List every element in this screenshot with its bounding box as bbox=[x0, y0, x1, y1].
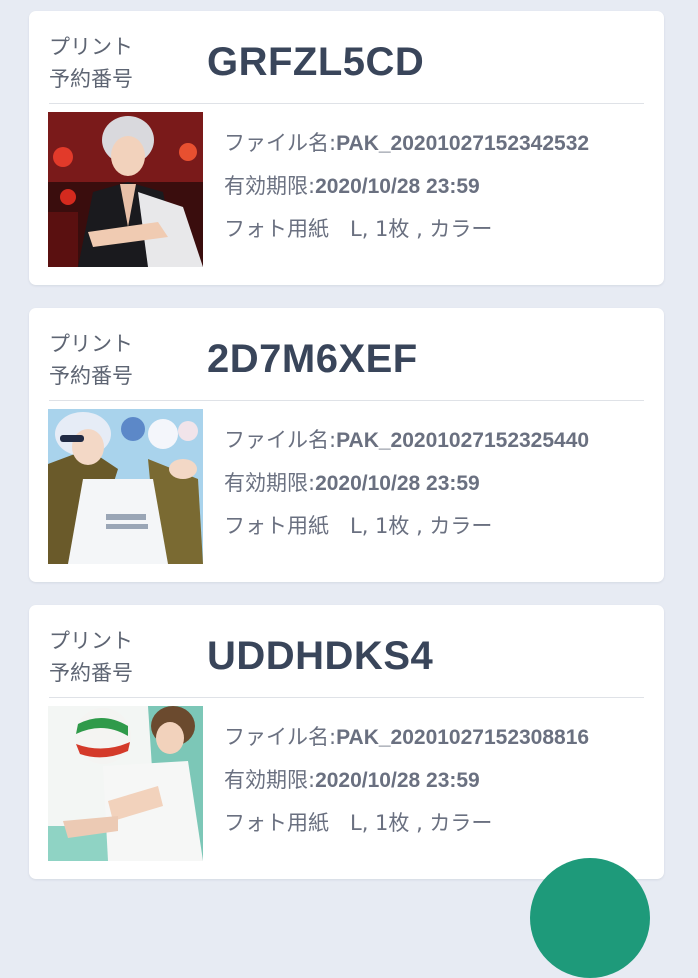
expiry-label: 有効期限: bbox=[224, 768, 316, 792]
reservation-info: ファイル名:PAK_20201027152308816 有効期限:2020/10… bbox=[224, 716, 589, 844]
anime-character-volleyball-image bbox=[48, 706, 203, 861]
anime-character-red-background-image bbox=[48, 112, 203, 267]
photo-thumbnail[interactable] bbox=[48, 112, 203, 267]
card-header: プリント 予約番号 GRFZL5CD bbox=[49, 29, 644, 104]
anime-character-blue-background-image bbox=[48, 409, 203, 564]
photo-thumbnail[interactable] bbox=[48, 409, 203, 564]
reservation-number-label: プリント 予約番号 bbox=[49, 629, 133, 685]
floating-action-button[interactable] bbox=[530, 858, 650, 978]
reservation-card[interactable]: プリント 予約番号 GRFZL5CD ファイル名:PAK_20201027152… bbox=[29, 11, 664, 285]
expiry-value: 2020/10/28 23:59 bbox=[315, 175, 480, 198]
expiry-row: 有効期限:2020/10/28 23:59 bbox=[224, 759, 589, 802]
reservation-info: ファイル名:PAK_20201027152325440 有効期限:2020/10… bbox=[224, 419, 589, 547]
file-name-label: ファイル名: bbox=[224, 131, 337, 155]
file-name-label: ファイル名: bbox=[224, 725, 337, 749]
reservation-code: GRFZL5CD bbox=[207, 40, 425, 84]
file-name-label: ファイル名: bbox=[224, 428, 337, 452]
file-name-value: PAK_20201027152325440 bbox=[336, 429, 590, 452]
file-name-value: PAK_20201027152342532 bbox=[336, 132, 590, 155]
reservation-card[interactable]: プリント 予約番号 UDDHDKS4 ファイル名:PAK_20201027152… bbox=[29, 605, 664, 879]
reservation-code: 2D7M6XEF bbox=[207, 337, 418, 381]
reservation-card[interactable]: プリント 予約番号 2D7M6XEF ファイル名:PAK_20201027152… bbox=[29, 308, 664, 582]
card-header: プリント 予約番号 2D7M6XEF bbox=[49, 326, 644, 401]
reservation-info: ファイル名:PAK_20201027152342532 有効期限:2020/10… bbox=[224, 122, 589, 250]
expiry-label: 有効期限: bbox=[224, 471, 316, 495]
paper-info: フォト用紙 L, 1枚 , カラー bbox=[224, 217, 493, 241]
expiry-row: 有効期限:2020/10/28 23:59 bbox=[224, 462, 589, 505]
card-header: プリント 予約番号 UDDHDKS4 bbox=[49, 623, 644, 698]
file-name-row: ファイル名:PAK_20201027152342532 bbox=[224, 122, 589, 165]
expiry-row: 有効期限:2020/10/28 23:59 bbox=[224, 165, 589, 208]
file-name-value: PAK_20201027152308816 bbox=[336, 726, 590, 749]
reservation-number-label: プリント 予約番号 bbox=[49, 332, 133, 388]
expiry-value: 2020/10/28 23:59 bbox=[315, 769, 480, 792]
reservation-code: UDDHDKS4 bbox=[207, 634, 434, 678]
paper-info: フォト用紙 L, 1枚 , カラー bbox=[224, 811, 493, 835]
paper-info: フォト用紙 L, 1枚 , カラー bbox=[224, 514, 493, 538]
photo-thumbnail[interactable] bbox=[48, 706, 203, 861]
expiry-value: 2020/10/28 23:59 bbox=[315, 472, 480, 495]
reservation-number-label: プリント 予約番号 bbox=[49, 35, 133, 91]
expiry-label: 有効期限: bbox=[224, 174, 316, 198]
file-name-row: ファイル名:PAK_20201027152325440 bbox=[224, 419, 589, 462]
file-name-row: ファイル名:PAK_20201027152308816 bbox=[224, 716, 589, 759]
